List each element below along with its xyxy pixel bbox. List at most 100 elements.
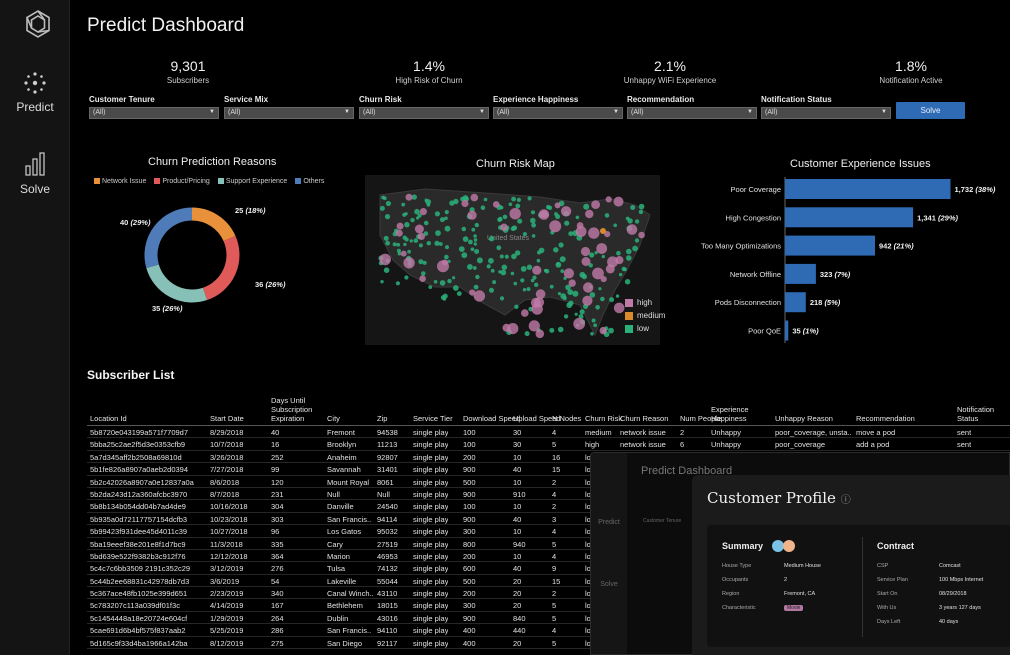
map-point-low[interactable] bbox=[474, 249, 480, 254]
map-point-low[interactable] bbox=[468, 239, 473, 245]
map-point-low[interactable] bbox=[558, 242, 564, 248]
map-point-low[interactable] bbox=[439, 280, 446, 286]
map-point-low[interactable] bbox=[438, 242, 443, 246]
map-point-low[interactable] bbox=[511, 196, 516, 202]
sidebar-item-predict[interactable]: Predict bbox=[0, 70, 70, 114]
map-point-high[interactable] bbox=[599, 326, 607, 335]
map-point-low[interactable] bbox=[527, 196, 532, 201]
experience-happiness-select[interactable]: (All) ▼ bbox=[493, 107, 623, 119]
map-point-high[interactable] bbox=[605, 264, 615, 274]
map-point-low[interactable] bbox=[442, 293, 448, 299]
map-point-low[interactable] bbox=[476, 257, 483, 264]
map-point-low[interactable] bbox=[513, 281, 518, 286]
map-point-low[interactable] bbox=[520, 266, 527, 272]
bar[interactable] bbox=[785, 207, 914, 228]
map-point-low[interactable] bbox=[522, 288, 527, 292]
map-point-high[interactable] bbox=[417, 232, 425, 240]
map-point-low[interactable] bbox=[579, 309, 585, 315]
map-point-low[interactable] bbox=[568, 300, 574, 306]
map-point-high[interactable] bbox=[419, 275, 426, 282]
column-header[interactable]: Days Until Subscription Expiration bbox=[271, 396, 323, 423]
map-point-low[interactable] bbox=[499, 296, 505, 301]
map-point-low[interactable] bbox=[583, 203, 590, 210]
map-point-low[interactable] bbox=[623, 267, 627, 272]
map-point-low[interactable] bbox=[547, 205, 553, 210]
map-point-low[interactable] bbox=[531, 222, 536, 228]
map-point-high[interactable] bbox=[638, 231, 645, 239]
map-point-low[interactable] bbox=[534, 282, 539, 287]
map-point-high[interactable] bbox=[580, 246, 591, 257]
map-point-low[interactable] bbox=[526, 287, 531, 292]
map-point-low[interactable] bbox=[638, 209, 644, 215]
map-point-low[interactable] bbox=[488, 236, 495, 242]
map-point-low[interactable] bbox=[385, 240, 390, 246]
map-point-low[interactable] bbox=[560, 293, 567, 299]
map-point-high[interactable] bbox=[533, 297, 545, 308]
map-point-low[interactable] bbox=[627, 218, 633, 224]
map-point-low[interactable] bbox=[557, 292, 561, 296]
map-point-high[interactable] bbox=[591, 200, 600, 209]
map-point-low[interactable] bbox=[634, 219, 640, 224]
map-point-low[interactable] bbox=[458, 246, 465, 252]
map-point-low[interactable] bbox=[452, 285, 459, 291]
map-point-low[interactable] bbox=[496, 245, 502, 251]
map-point-low[interactable] bbox=[414, 208, 420, 215]
map-point-medium[interactable] bbox=[600, 228, 606, 234]
map-point-low[interactable] bbox=[444, 210, 449, 215]
map-point-high[interactable] bbox=[626, 224, 638, 235]
map-point-low[interactable] bbox=[549, 327, 555, 333]
map-point-low[interactable] bbox=[549, 284, 554, 289]
map-point-low[interactable] bbox=[536, 258, 541, 263]
map-point-low[interactable] bbox=[517, 218, 523, 224]
solve-button[interactable]: Solve bbox=[896, 102, 965, 119]
map-point-low[interactable] bbox=[581, 273, 587, 280]
map-point-high[interactable] bbox=[596, 243, 608, 254]
map-point-low[interactable] bbox=[560, 269, 565, 273]
map-point-low[interactable] bbox=[608, 327, 614, 334]
donut-slice-others[interactable] bbox=[144, 207, 193, 268]
map-point-low[interactable] bbox=[461, 226, 467, 232]
map-point-high[interactable] bbox=[585, 209, 594, 219]
map-point-low[interactable] bbox=[407, 249, 411, 254]
map-point-low[interactable] bbox=[499, 254, 504, 259]
map-point-low[interactable] bbox=[598, 287, 602, 291]
map-point-low[interactable] bbox=[426, 203, 431, 207]
map-point-low[interactable] bbox=[504, 254, 509, 259]
map-point-low[interactable] bbox=[434, 240, 440, 246]
map-point-high[interactable] bbox=[442, 259, 448, 266]
map-point-low[interactable] bbox=[514, 250, 521, 256]
map-point-low[interactable] bbox=[615, 294, 620, 298]
map-point-low[interactable] bbox=[613, 223, 617, 228]
table-row[interactable]: 5bba25c2ae2f5d3e0353cfb9 10/7/2018 16 Brook… bbox=[87, 438, 1010, 451]
map-point-low[interactable] bbox=[604, 213, 610, 218]
map-point-low[interactable] bbox=[473, 284, 479, 290]
map-point-low[interactable] bbox=[403, 242, 407, 247]
map-point-low[interactable] bbox=[445, 245, 449, 250]
map-point-low[interactable] bbox=[383, 267, 390, 273]
map-point-low[interactable] bbox=[490, 268, 495, 273]
map-point-high[interactable] bbox=[470, 193, 479, 202]
map-point-low[interactable] bbox=[501, 264, 508, 271]
map-point-low[interactable] bbox=[572, 290, 579, 297]
map-point-high[interactable] bbox=[400, 250, 407, 257]
map-point-low[interactable] bbox=[380, 280, 384, 284]
map-point-low[interactable] bbox=[392, 242, 397, 247]
map-point-high[interactable] bbox=[538, 209, 550, 220]
map-point-high[interactable] bbox=[467, 210, 477, 220]
map-point-low[interactable] bbox=[595, 305, 600, 310]
notification-status-select[interactable]: (All) ▼ bbox=[761, 107, 891, 119]
bar[interactable] bbox=[785, 320, 789, 341]
map-point-low[interactable] bbox=[526, 264, 533, 270]
map-point-high[interactable] bbox=[573, 317, 586, 330]
map-point-low[interactable] bbox=[418, 259, 424, 265]
map-point-low[interactable] bbox=[530, 210, 536, 215]
map-point-low[interactable] bbox=[524, 331, 530, 337]
map-point-high[interactable] bbox=[605, 196, 612, 203]
map-point-high[interactable] bbox=[588, 227, 600, 239]
map-point-low[interactable] bbox=[480, 205, 486, 210]
bar[interactable] bbox=[785, 235, 875, 256]
donut-slice-network[interactable] bbox=[191, 207, 236, 242]
map-point-low[interactable] bbox=[462, 236, 469, 242]
map-point-low[interactable] bbox=[489, 287, 494, 293]
bar[interactable] bbox=[785, 292, 806, 313]
